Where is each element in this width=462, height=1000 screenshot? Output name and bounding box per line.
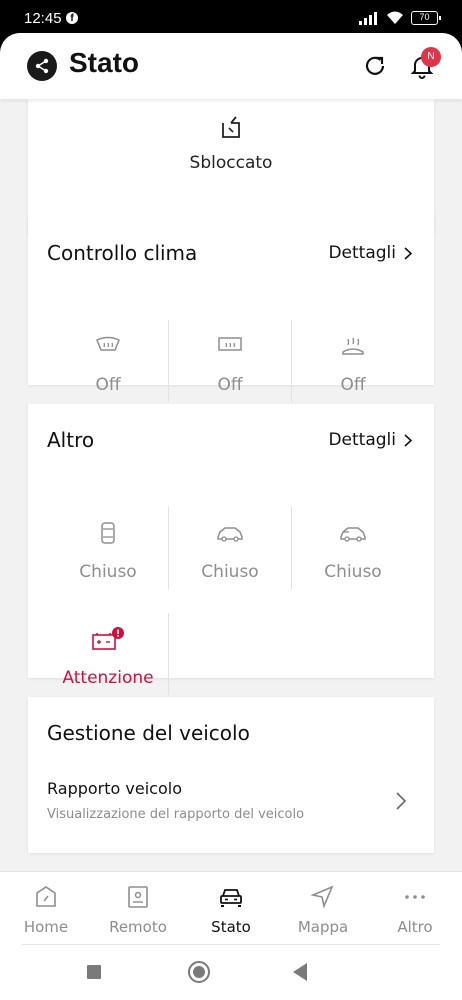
- front-defrost-icon: [96, 336, 120, 351]
- chevron-right-icon: [396, 792, 406, 810]
- climate-card-title: Controllo clima: [47, 241, 198, 265]
- climate-details-link[interactable]: Dettagli: [328, 243, 412, 263]
- nav-label: Mappa: [297, 918, 349, 936]
- battery-icon: 70: [411, 11, 441, 25]
- facebook-notification-icon: f: [66, 12, 78, 24]
- more-icon: [405, 895, 425, 899]
- nav-label: Home: [23, 918, 69, 936]
- nav-label: Altro: [397, 918, 433, 936]
- refresh-icon[interactable]: [361, 52, 389, 80]
- climate-item-label: Off: [217, 375, 243, 395]
- home-icon: [36, 886, 56, 907]
- chevron-right-icon: [404, 246, 412, 260]
- nav-more[interactable]: Altro: [369, 872, 461, 946]
- nav-label: Remoto: [109, 918, 167, 936]
- other-item-label: Chiuso: [201, 562, 259, 582]
- vehicle-report-subtitle: Visualizzazione del rapporto del veicolo: [47, 807, 305, 822]
- seat-heater-icon: [342, 337, 364, 355]
- unlocked-door-icon: [222, 116, 240, 138]
- car-icon: [220, 889, 242, 907]
- wifi-icon: [387, 11, 403, 24]
- share-button[interactable]: [27, 51, 57, 81]
- navigation-icon: [310, 885, 334, 909]
- vehicle-report-row[interactable]: Rapporto veicolo Visualizzazione del rap…: [28, 767, 434, 837]
- climate-item-label: Off: [95, 375, 121, 395]
- home-system-button[interactable]: [188, 961, 210, 983]
- climate-item-label: Off: [340, 375, 366, 395]
- car-hood-icon: [340, 527, 366, 542]
- page-title: Stato: [69, 47, 139, 78]
- car-doors-icon: [101, 522, 115, 544]
- climate-control-card: Controllo clima Dettagli Off Off Off: [28, 217, 434, 402]
- other-details-link[interactable]: Dettagli: [328, 430, 412, 450]
- other-item-label: Chiuso: [79, 562, 137, 582]
- vehicle-report-title: Rapporto veicolo: [47, 779, 182, 798]
- vehicle-management-title: Gestione del veicolo: [47, 721, 250, 745]
- signal-icon: [359, 12, 377, 25]
- lock-status-card: Sbloccato: [28, 99, 434, 233]
- nav-status[interactable]: Stato: [185, 872, 277, 946]
- vehicle-management-card: Gestione del veicolo Rapporto veicolo Vi…: [28, 697, 434, 853]
- nav-label: Stato: [211, 918, 251, 936]
- climate-details-label: Dettagli: [328, 243, 396, 263]
- rear-defrost-icon: [218, 337, 242, 351]
- chevron-right-icon: [404, 433, 412, 447]
- recent-apps-button[interactable]: [87, 965, 101, 979]
- divider: [168, 613, 169, 695]
- status-time: 12:45: [24, 10, 62, 27]
- battery-warning-label: Attenzione: [62, 668, 154, 688]
- car-trunk-icon: [217, 527, 243, 542]
- nav-home[interactable]: Home: [0, 872, 92, 946]
- lock-status-label: Sbloccato: [189, 153, 273, 173]
- other-status-card: Altro Dettagli Chiuso Chiuso Chiuso Atte…: [28, 404, 434, 695]
- status-icons: 70: [359, 11, 441, 25]
- app-screen: Stato N Sbloccato Controllo clima Dettag…: [0, 33, 462, 1000]
- share-icon: [35, 58, 49, 74]
- bottom-navigation: Home Remoto Stato Mappa Altro: [0, 871, 462, 945]
- other-item-label: Chiuso: [324, 562, 382, 582]
- nav-remote[interactable]: Remoto: [92, 872, 184, 946]
- app-header: Stato N: [0, 33, 462, 99]
- back-button[interactable]: [293, 963, 307, 981]
- nav-map[interactable]: Mappa: [277, 872, 369, 946]
- notification-badge: N: [421, 47, 441, 67]
- system-navigation-bar: [0, 945, 462, 1000]
- battery-warning-icon: [92, 627, 124, 650]
- other-details-label: Dettagli: [328, 430, 396, 450]
- other-card-title: Altro: [47, 428, 95, 452]
- remote-icon: [128, 886, 148, 908]
